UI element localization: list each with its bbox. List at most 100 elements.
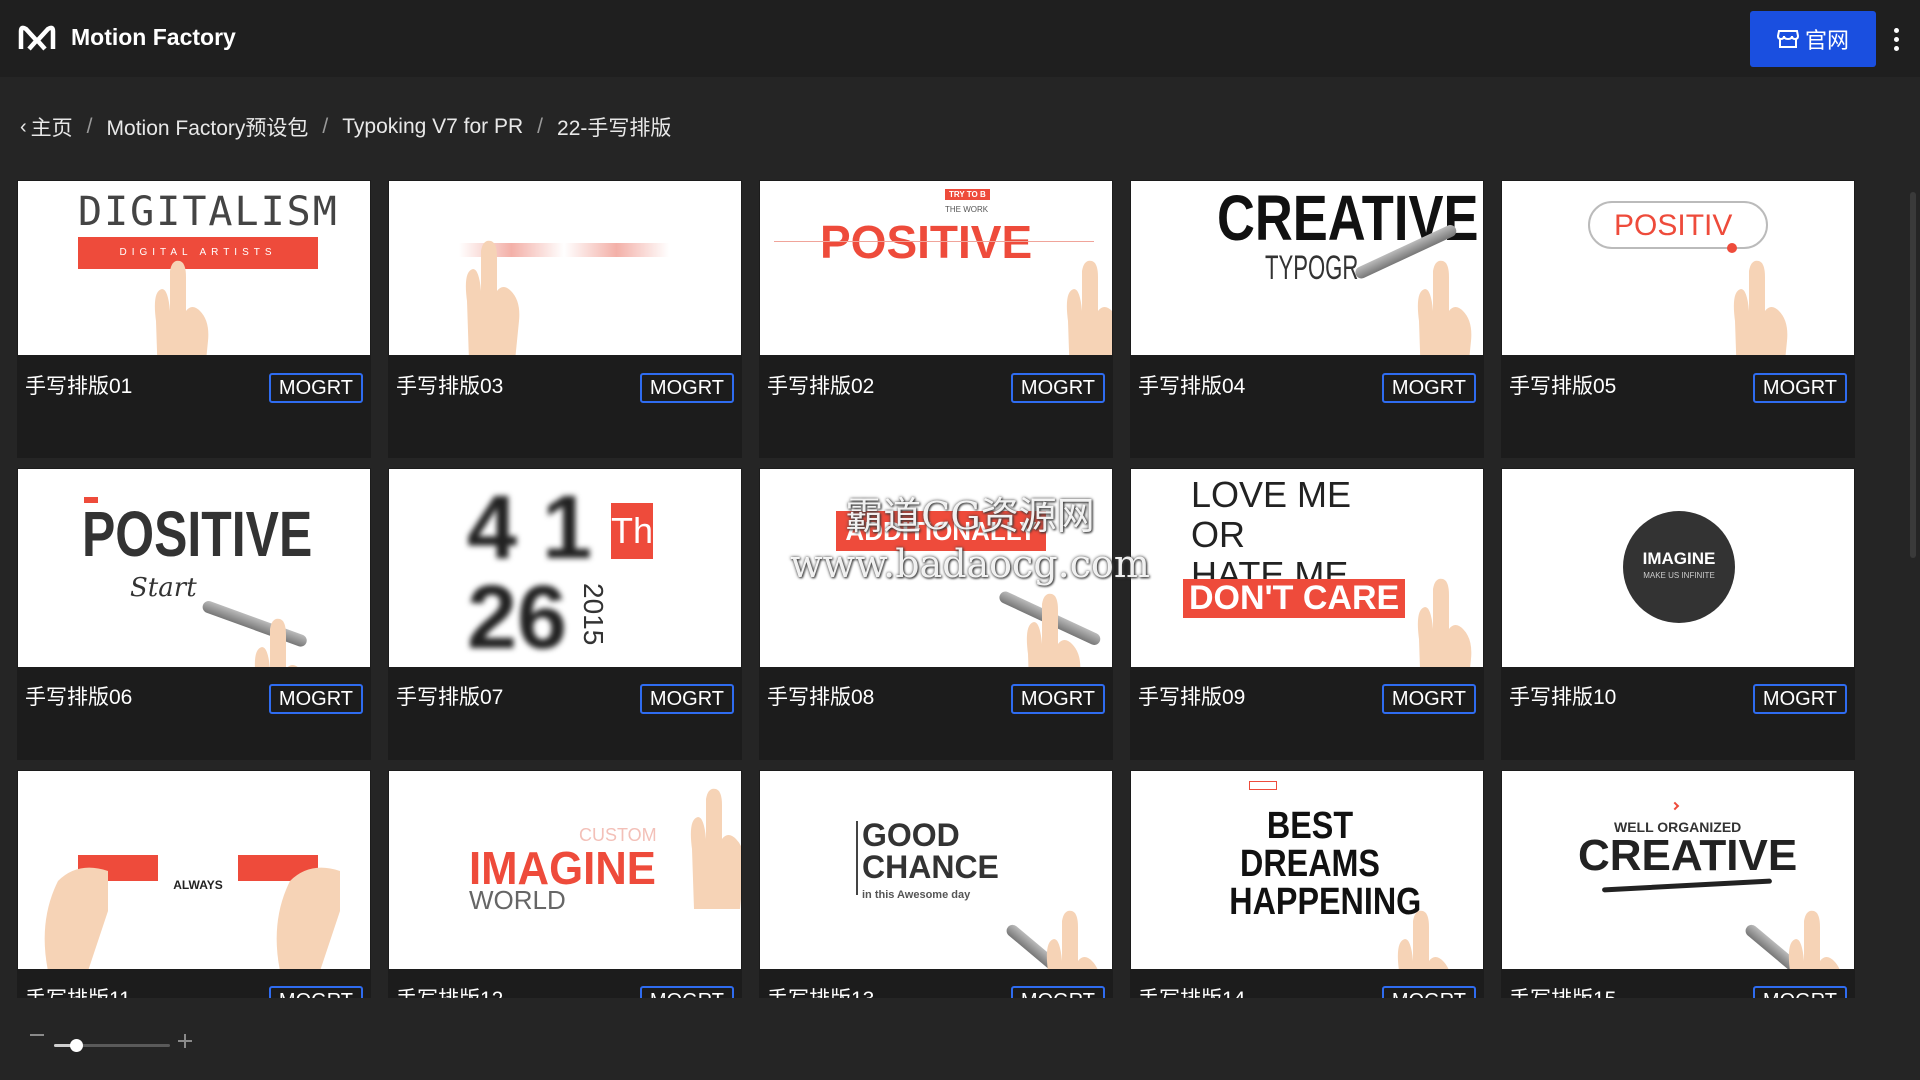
preset-name: 手写排版05 — [1509, 375, 1617, 398]
mogrt-badge-button[interactable]: MOGRT — [1010, 986, 1105, 998]
thumb-text: OR — [1191, 514, 1245, 555]
preset-card[interactable]: CREATIVE TYPOGR 手写排版04 MOGRT — [1130, 180, 1484, 458]
preset-name: 手写排版12 — [396, 983, 503, 998]
preset-thumbnail[interactable]: WELL ORGANIZED CREATIVE — [1502, 771, 1854, 969]
thumb-text: DREAMS — [1240, 843, 1380, 885]
preset-card[interactable]: TRY TO B THE WORK POSITIVE 手写排版02 MOGRT — [759, 180, 1113, 458]
official-site-button[interactable]: 官网 — [1750, 11, 1876, 67]
thumb-text: 2015 — [578, 583, 609, 646]
preset-card[interactable]: GOOD CHANCE in this Awesome day 手写排版13 M… — [759, 770, 1113, 998]
mogrt-badge-button[interactable]: MOGRT — [1010, 373, 1105, 403]
preset-thumbnail[interactable]: IMAGINE MAKE US INFINITE — [1502, 469, 1854, 667]
vertical-scrollbar[interactable] — [1910, 192, 1916, 558]
preset-thumbnail[interactable]: LOVE ME OR HATE ME DON'T CARE — [1131, 469, 1483, 667]
preset-thumbnail[interactable]: CUSTOM IMAGINE WORLD — [389, 771, 741, 969]
breadcrumb-separator: / — [537, 115, 544, 138]
thumb-text: DIGITALISM — [78, 189, 339, 235]
preset-grid: DIGITALISM DIGITAL ARTISTS 手写排版01 MOGRT … — [17, 180, 1855, 998]
preset-name: 手写排版02 — [767, 375, 875, 398]
preset-card[interactable]: ALWAYS 手写排版11 MOGRT — [17, 770, 371, 998]
more-menu-button[interactable] — [1886, 22, 1906, 56]
preset-card[interactable]: WELL ORGANIZED CREATIVE 手写排版15 MOGRT — [1501, 770, 1855, 998]
thumb-text: CHANCE — [862, 849, 999, 885]
zoom-out-icon[interactable] — [30, 1034, 44, 1036]
chevron-left-icon[interactable]: ‹ — [20, 116, 27, 139]
breadcrumb-presets[interactable]: Motion Factory预设包 — [107, 112, 309, 142]
mogrt-badge-button[interactable]: MOGRT — [639, 373, 734, 403]
hand-illustration-icon — [254, 618, 298, 667]
thumb-text: Start — [130, 573, 197, 603]
preset-card[interactable]: LOVE ME OR HATE ME DON'T CARE 手写排版09 MOG… — [1130, 468, 1484, 760]
preset-name: 手写排版09 — [1138, 686, 1246, 709]
preset-card[interactable]: ADDITIONALLY 手写排版08 MOGRT — [759, 468, 1113, 760]
zoom-slider[interactable] — [54, 1039, 170, 1052]
mogrt-badge-button[interactable]: MOGRT — [1752, 684, 1847, 714]
hand-illustration-icon — [465, 240, 520, 355]
preset-thumbnail[interactable] — [389, 181, 741, 355]
preset-name: 手写排版03 — [396, 375, 504, 398]
mogrt-badge-button[interactable]: MOGRT — [1010, 684, 1105, 714]
mogrt-badge-button[interactable]: MOGRT — [1381, 684, 1476, 714]
breadcrumb-current: 22-手写排版 — [557, 117, 672, 140]
breadcrumb-typoking[interactable]: Typoking V7 for PR — [342, 115, 523, 139]
mogrt-badge-button[interactable]: MOGRT — [1381, 373, 1476, 403]
breadcrumb-separator: / — [322, 115, 329, 138]
preset-card[interactable]: 4 1 26 Th 2015 手写排版07 MOGRT — [388, 468, 742, 760]
preset-thumbnail[interactable]: ALWAYS — [18, 771, 370, 969]
hand-illustration-icon — [154, 260, 209, 355]
hand-illustration-icon — [1397, 910, 1449, 969]
motion-factory-logo-icon — [18, 25, 56, 51]
thumb-text: ADDITIONALLY — [836, 511, 1046, 551]
preset-name: 手写排版15 — [1509, 983, 1616, 998]
mogrt-badge-button[interactable]: MOGRT — [268, 986, 363, 998]
preset-name: 手写排版13 — [767, 983, 874, 998]
preset-thumbnail[interactable]: CREATIVE TYPOGR — [1131, 181, 1483, 355]
preset-card[interactable]: BEST DREAMS HAPPENING 手写排版14 MOGRT — [1130, 770, 1484, 998]
preset-card[interactable]: DIGITALISM DIGITAL ARTISTS 手写排版01 MOGRT — [17, 180, 371, 458]
thumb-text: IMAGINE — [1642, 549, 1716, 568]
hand-illustration-icon — [1026, 593, 1081, 667]
hand-illustration-icon — [690, 788, 741, 909]
zoom-in-icon[interactable] — [178, 1034, 192, 1048]
mogrt-badge-button[interactable]: MOGRT — [268, 373, 363, 403]
preset-card[interactable]: POSITIVE Start 手写排版06 MOGRT — [17, 468, 371, 760]
preset-thumbnail[interactable]: GOOD CHANCE in this Awesome day — [760, 771, 1112, 969]
thumb-text: HAPPENING — [1229, 881, 1422, 923]
breadcrumb-home[interactable]: 主页 — [31, 112, 73, 142]
thumb-text: ALWAYS — [158, 845, 238, 892]
preset-name: 手写排版10 — [1509, 686, 1617, 709]
preset-thumbnail[interactable]: POSITIV — [1502, 181, 1854, 355]
hand-illustration-icon — [44, 867, 108, 969]
official-site-label: 官网 — [1804, 28, 1849, 53]
hand-illustration-icon — [1417, 578, 1472, 667]
preset-card[interactable]: 手写排版03 MOGRT — [388, 180, 742, 458]
preset-name: 手写排版01 — [25, 375, 133, 398]
preset-thumbnail[interactable]: TRY TO B THE WORK POSITIVE — [760, 181, 1112, 355]
thumb-text: DON'T CARE — [1183, 579, 1406, 618]
footer-bar — [0, 998, 1920, 1080]
zoom-slider-handle[interactable] — [70, 1039, 84, 1052]
preset-thumbnail[interactable]: POSITIVE Start — [18, 469, 370, 667]
preset-card[interactable]: POSITIV 手写排版05 MOGRT — [1501, 180, 1855, 458]
preset-thumbnail[interactable]: 4 1 26 Th 2015 — [389, 469, 741, 667]
preset-thumbnail[interactable]: ADDITIONALLY — [760, 469, 1112, 667]
preset-card[interactable]: IMAGINE MAKE US INFINITE 手写排版10 MOGRT — [1501, 468, 1855, 760]
thumb-text: GOOD — [862, 817, 960, 853]
thumb-text: THE WORK — [945, 205, 989, 214]
mogrt-badge-button[interactable]: MOGRT — [639, 986, 734, 998]
preset-thumbnail[interactable]: DIGITALISM DIGITAL ARTISTS — [18, 181, 370, 355]
hand-illustration-icon — [1417, 260, 1472, 355]
preset-name: 手写排版07 — [396, 686, 504, 709]
mogrt-badge-button[interactable]: MOGRT — [1752, 986, 1847, 998]
mogrt-badge-button[interactable]: MOGRT — [1381, 986, 1476, 998]
mogrt-badge-button[interactable]: MOGRT — [268, 684, 363, 714]
thumb-text: POSITIVE — [820, 216, 1033, 268]
app-title: Motion Factory — [71, 24, 236, 50]
preset-thumbnail[interactable]: BEST DREAMS HAPPENING — [1131, 771, 1483, 969]
mogrt-badge-button[interactable]: MOGRT — [639, 684, 734, 714]
preset-card[interactable]: CUSTOM IMAGINE WORLD 手写排版12 MOGRT — [388, 770, 742, 998]
thumb-text: Th — [611, 503, 653, 559]
mogrt-badge-button[interactable]: MOGRT — [1752, 373, 1847, 403]
preset-name: 手写排版14 — [1138, 983, 1245, 998]
thumb-text: in this Awesome day — [862, 889, 971, 901]
